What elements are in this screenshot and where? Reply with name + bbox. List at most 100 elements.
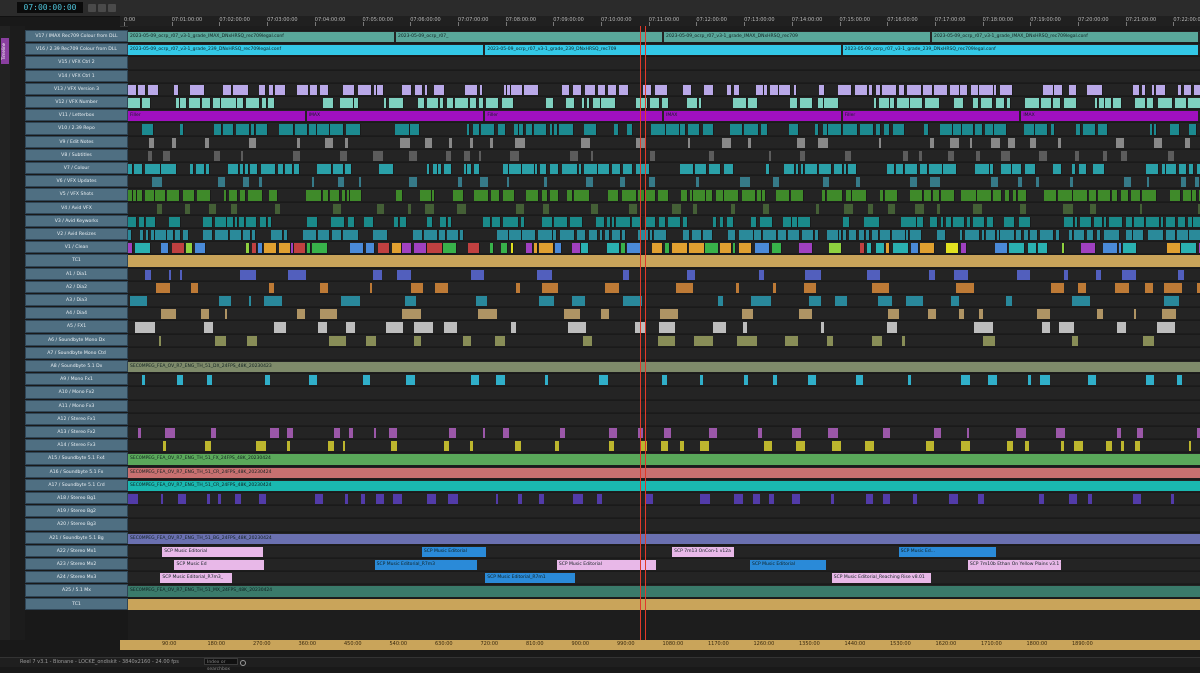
clip[interactable]: Filler	[128, 111, 305, 122]
clip[interactable]	[662, 375, 667, 386]
clip[interactable]	[986, 230, 997, 241]
track-header[interactable]: A10 / Mono Fx2	[25, 386, 128, 399]
clip[interactable]	[1030, 137, 1037, 148]
clip[interactable]	[145, 269, 151, 280]
clip[interactable]	[542, 282, 559, 293]
clip[interactable]: SCP 7m10b Ethan On Yellow Plains v3.1 v1…	[967, 560, 1061, 571]
clip[interactable]	[665, 124, 680, 135]
clip[interactable]	[234, 216, 238, 227]
clip[interactable]	[644, 216, 657, 227]
clip[interactable]	[596, 494, 603, 505]
clip[interactable]	[439, 216, 448, 227]
clip[interactable]	[191, 282, 198, 293]
clip[interactable]	[554, 441, 559, 452]
clip[interactable]	[919, 150, 922, 161]
clip[interactable]	[229, 190, 239, 201]
clip[interactable]	[215, 335, 227, 346]
clip[interactable]	[203, 216, 213, 227]
clip[interactable]: SCP 7m13 OnCon-1 v12a	[672, 546, 735, 557]
clip[interactable]	[227, 216, 235, 227]
clip[interactable]	[688, 124, 701, 135]
clip[interactable]	[680, 441, 684, 452]
clip[interactable]	[772, 243, 783, 254]
clip[interactable]	[1116, 137, 1124, 148]
clip[interactable]	[217, 494, 222, 505]
clip[interactable]	[490, 190, 500, 201]
track-header[interactable]: A18 / Stereo Bg1	[25, 492, 128, 505]
clip[interactable]	[890, 98, 895, 109]
clip[interactable]	[919, 164, 929, 175]
clip[interactable]	[972, 203, 983, 214]
clip[interactable]	[1056, 428, 1065, 439]
clip[interactable]	[234, 494, 242, 505]
clip[interactable]	[163, 150, 171, 161]
clip[interactable]	[538, 230, 553, 241]
clip[interactable]	[704, 243, 720, 254]
clip[interactable]	[1188, 98, 1200, 109]
clip[interactable]	[362, 375, 371, 386]
clip[interactable]	[959, 230, 963, 241]
clip[interactable]	[1183, 84, 1193, 95]
clip[interactable]	[175, 230, 181, 241]
clip[interactable]	[1147, 98, 1155, 109]
clip[interactable]	[394, 216, 399, 227]
clip[interactable]	[435, 282, 448, 293]
clip[interactable]	[901, 216, 917, 227]
clip[interactable]	[137, 190, 144, 201]
clip[interactable]	[831, 494, 835, 505]
clip[interactable]	[791, 494, 800, 505]
clip[interactable]	[1121, 190, 1129, 201]
clip[interactable]	[629, 203, 637, 214]
clip[interactable]	[1040, 375, 1050, 386]
clip[interactable]	[1163, 282, 1182, 293]
clip[interactable]	[933, 190, 940, 201]
clip[interactable]	[622, 230, 627, 241]
clip[interactable]	[948, 494, 959, 505]
clip[interactable]	[209, 203, 216, 214]
clip[interactable]	[388, 98, 404, 109]
clip[interactable]	[704, 84, 714, 95]
clip[interactable]	[502, 428, 510, 439]
clip[interactable]	[1058, 322, 1074, 333]
clip[interactable]	[907, 375, 911, 386]
clip[interactable]	[178, 494, 186, 505]
clip[interactable]	[1063, 269, 1068, 280]
clip[interactable]	[145, 230, 149, 241]
clip[interactable]	[526, 190, 540, 201]
clip[interactable]	[948, 150, 955, 161]
clip[interactable]	[240, 269, 256, 280]
clip[interactable]	[205, 137, 210, 148]
clip[interactable]	[693, 190, 706, 201]
clip[interactable]	[514, 441, 522, 452]
clip[interactable]	[826, 230, 840, 241]
track-header[interactable]: V7 / Colour	[25, 162, 128, 175]
clip[interactable]	[709, 150, 715, 161]
clip[interactable]	[661, 441, 668, 452]
clip[interactable]	[330, 124, 345, 135]
clip[interactable]	[874, 98, 878, 109]
clip[interactable]	[372, 150, 383, 161]
clip[interactable]	[538, 296, 555, 307]
clip[interactable]	[930, 216, 939, 227]
clip[interactable]	[615, 216, 631, 227]
clip[interactable]	[966, 216, 972, 227]
clip[interactable]	[129, 296, 147, 307]
clip[interactable]	[923, 124, 929, 135]
clip[interactable]	[689, 243, 705, 254]
clip[interactable]	[537, 269, 552, 280]
clip[interactable]	[852, 190, 867, 201]
clip[interactable]: Filler	[485, 111, 662, 122]
clip[interactable]	[848, 230, 857, 241]
clip[interactable]	[1133, 230, 1145, 241]
clip[interactable]	[797, 137, 805, 148]
clip[interactable]	[510, 243, 514, 254]
clip[interactable]	[135, 243, 151, 254]
clip[interactable]	[549, 124, 554, 135]
clip[interactable]	[972, 98, 979, 109]
clip[interactable]	[808, 375, 817, 386]
clip[interactable]	[794, 84, 798, 95]
clip[interactable]	[887, 164, 896, 175]
clip[interactable]	[268, 282, 274, 293]
clip[interactable]	[402, 243, 412, 254]
clip[interactable]	[622, 190, 637, 201]
